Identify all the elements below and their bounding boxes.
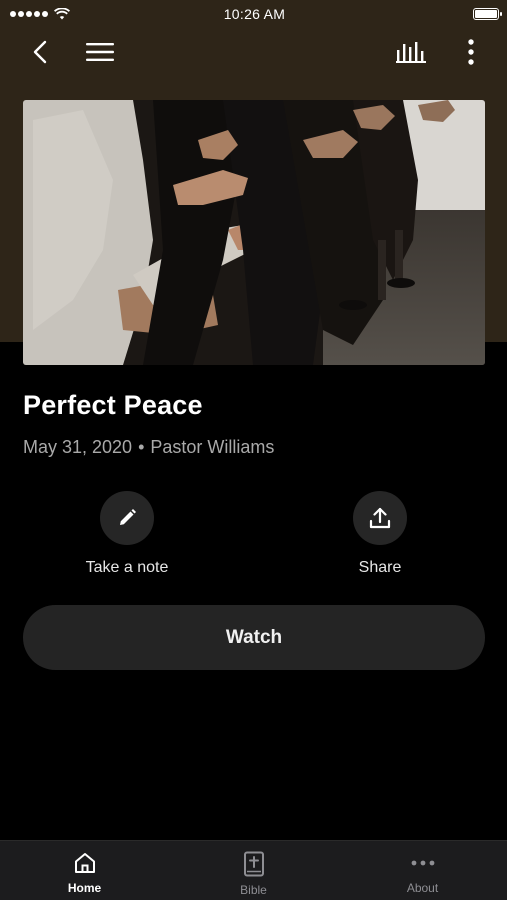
hamburger-menu-icon: [86, 43, 114, 61]
watch-button[interactable]: Watch: [23, 605, 485, 670]
status-left: [10, 8, 130, 20]
meta-separator: •: [138, 437, 145, 457]
take-note-circle[interactable]: [100, 491, 154, 545]
sermon-hero-image: [23, 100, 485, 365]
take-note-button[interactable]: Take a note: [57, 491, 197, 577]
back-button[interactable]: [24, 36, 56, 68]
nav-right: [395, 36, 487, 68]
status-bar: 10:26 AM: [0, 0, 507, 28]
home-icon: [74, 853, 95, 873]
tab-home[interactable]: Home: [0, 841, 169, 900]
sermon-detail-screen: 10:26 AM Perfect Peace May 31, 2020 • Pa…: [0, 0, 507, 900]
tab-about-label: About: [406, 881, 439, 895]
audio-bars-icon: [396, 42, 426, 63]
sermon-date: May 31, 2020: [23, 437, 133, 457]
tab-home-label: Home: [67, 881, 102, 895]
status-time: 10:26 AM: [223, 6, 286, 22]
share-icon: [369, 507, 391, 529]
more-options-button[interactable]: [455, 36, 487, 68]
pencil-icon: [120, 509, 136, 525]
menu-button[interactable]: [84, 36, 116, 68]
battery-icon: [473, 8, 502, 20]
sermon-meta: May 31, 2020 • Pastor Williams: [23, 437, 274, 458]
take-note-label: Take a note: [85, 559, 169, 576]
nav-left: [24, 36, 116, 68]
share-label: Share: [358, 559, 402, 576]
tab-bar: Home Bible About: [0, 840, 507, 900]
nav-bar: [0, 30, 507, 74]
share-circle[interactable]: [353, 491, 407, 545]
status-right: [379, 8, 502, 20]
tab-bible[interactable]: Bible: [169, 841, 338, 900]
tab-bible-label: Bible: [240, 883, 267, 897]
more-horizontal-icon: [411, 860, 434, 866]
sermon-speaker: Pastor Williams: [150, 437, 275, 457]
vertical-dots-icon: [468, 39, 474, 65]
chevron-left-icon: [33, 40, 47, 64]
tab-about[interactable]: About: [338, 841, 507, 900]
audio-button[interactable]: [395, 36, 427, 68]
signal-dots-icon: [10, 11, 48, 17]
bible-icon: [243, 851, 264, 877]
wifi-icon: [54, 8, 70, 20]
sermon-title: Perfect Peace: [23, 390, 203, 420]
share-button[interactable]: Share: [310, 491, 450, 577]
